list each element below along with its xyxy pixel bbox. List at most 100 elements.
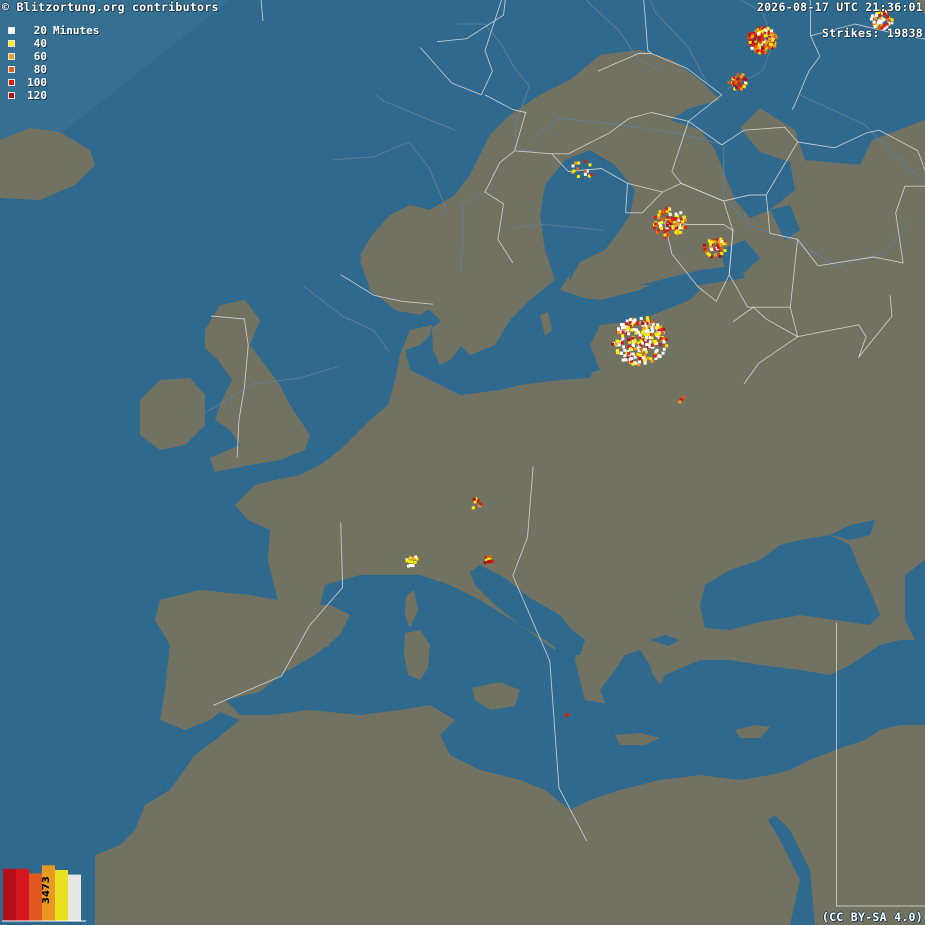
strike xyxy=(641,321,645,325)
strike xyxy=(665,207,668,211)
legend-label: 20 xyxy=(33,24,47,37)
strike xyxy=(767,46,771,50)
strike xyxy=(611,342,615,346)
strike xyxy=(665,223,669,227)
strike xyxy=(471,506,475,510)
strike xyxy=(660,328,664,332)
strike xyxy=(647,333,650,336)
strike xyxy=(763,34,767,38)
strike xyxy=(616,351,619,355)
strike xyxy=(742,85,746,89)
strike xyxy=(882,18,886,22)
strike xyxy=(890,18,894,22)
legend-swatch xyxy=(8,92,15,99)
strike xyxy=(756,49,760,53)
strike xyxy=(572,169,576,173)
strike xyxy=(661,351,665,355)
strike xyxy=(885,14,889,18)
strike xyxy=(473,500,477,504)
strike xyxy=(621,330,625,334)
strike xyxy=(713,240,717,244)
strike xyxy=(734,81,738,85)
strike xyxy=(659,343,662,347)
strike xyxy=(660,227,664,230)
strike xyxy=(656,224,660,228)
strike xyxy=(756,32,760,36)
legend-swatch xyxy=(8,66,15,73)
strike xyxy=(483,561,487,565)
strike xyxy=(677,222,681,226)
strike xyxy=(583,170,587,173)
strike xyxy=(619,351,623,355)
strike xyxy=(709,245,713,249)
strike xyxy=(751,43,755,47)
strike xyxy=(650,326,654,329)
strike xyxy=(757,36,761,40)
legend-label: 80 xyxy=(33,63,47,76)
strike xyxy=(702,243,706,247)
strike xyxy=(674,230,678,234)
strike xyxy=(641,356,645,360)
strike xyxy=(765,40,769,44)
strike xyxy=(664,338,668,342)
strike xyxy=(566,712,570,716)
strike xyxy=(640,341,644,345)
legend-item-60: 60 xyxy=(8,50,99,63)
strike xyxy=(621,334,624,338)
strike xyxy=(639,353,643,357)
strike xyxy=(588,163,592,167)
strike xyxy=(678,400,682,404)
strike xyxy=(638,360,641,364)
histogram-bar xyxy=(68,874,81,921)
strike xyxy=(750,46,754,50)
strike xyxy=(639,347,643,351)
strike xyxy=(652,226,656,230)
strike xyxy=(766,27,770,31)
strike xyxy=(668,212,672,216)
strike xyxy=(660,221,664,224)
strike xyxy=(678,230,682,234)
strike xyxy=(683,218,687,222)
strike xyxy=(748,40,752,44)
lightning-map[interactable] xyxy=(0,0,925,925)
legend-swatch xyxy=(8,79,15,86)
strike xyxy=(628,357,632,361)
legend-swatch xyxy=(8,40,15,47)
strike xyxy=(648,336,652,340)
strike xyxy=(486,560,490,564)
strike xyxy=(679,217,683,221)
strike xyxy=(590,173,593,177)
legend-label: 60 xyxy=(33,50,47,63)
strike xyxy=(617,331,620,335)
histogram-bar xyxy=(55,870,68,921)
strike xyxy=(634,361,638,365)
strike xyxy=(656,231,660,235)
strike xyxy=(753,37,757,41)
strike xyxy=(657,332,661,336)
strike xyxy=(654,350,658,354)
strike xyxy=(720,247,724,251)
strike xyxy=(633,339,637,343)
legend-item-80: 80 xyxy=(8,63,99,76)
strike xyxy=(636,352,640,356)
strike xyxy=(732,76,736,80)
strike xyxy=(472,497,476,501)
strike xyxy=(718,254,722,258)
strike xyxy=(735,86,739,90)
strike xyxy=(760,49,764,53)
strike xyxy=(639,316,643,320)
strike xyxy=(634,347,637,350)
legend-item-40: 40 xyxy=(8,37,99,50)
strike xyxy=(747,34,751,38)
strike xyxy=(646,318,650,322)
strike xyxy=(413,560,417,564)
strike xyxy=(653,354,657,358)
strike xyxy=(665,215,669,219)
strike xyxy=(771,33,775,37)
strike xyxy=(571,164,575,168)
strike xyxy=(643,361,647,365)
strike xyxy=(623,354,627,358)
strike xyxy=(621,341,624,345)
strike xyxy=(754,34,758,38)
map-credit: © Blitzortung.org contributors xyxy=(2,0,219,14)
